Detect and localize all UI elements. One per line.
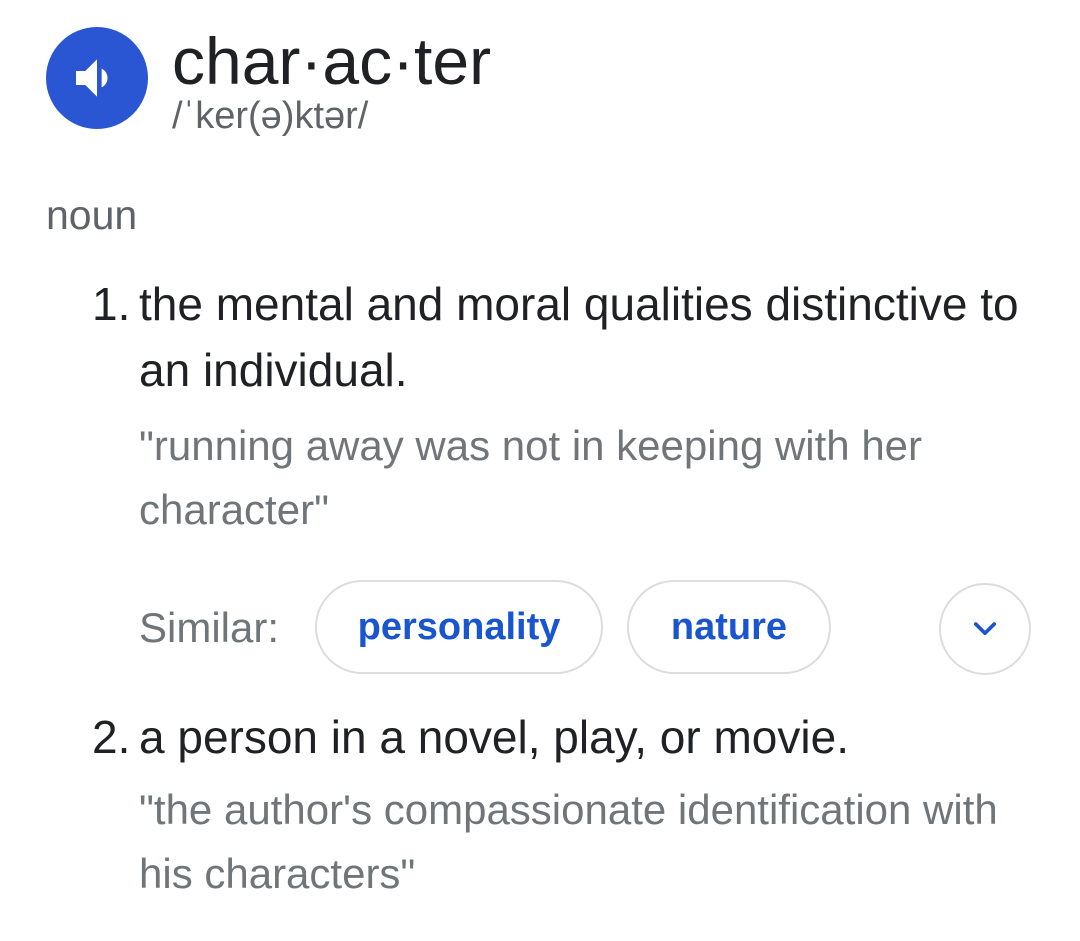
similar-chip-nature[interactable]: nature bbox=[627, 580, 831, 674]
chevron-down-icon bbox=[973, 622, 997, 636]
dictionary-card: char·ac·ter /ˈker(ə)ktər/ noun 1. the me… bbox=[0, 0, 1080, 941]
sense-example: "running away was not in keeping with he… bbox=[139, 422, 923, 533]
expand-similar-button[interactable] bbox=[939, 583, 1031, 675]
pronunciation-audio-button[interactable] bbox=[46, 27, 148, 129]
headword: char·ac·ter bbox=[172, 24, 492, 98]
speaker-icon bbox=[76, 59, 108, 97]
pronunciation-text: /ˈker(ə)ktər/ bbox=[172, 95, 369, 137]
sense-definition: a person in a novel, play, or movie. bbox=[139, 711, 849, 763]
similar-label: Similar: bbox=[139, 604, 280, 651]
part-of-speech: noun bbox=[46, 192, 138, 238]
similar-words-row: Similar: personality nature bbox=[139, 580, 1039, 678]
sense-number: 1. bbox=[92, 278, 131, 330]
sense-definition: the mental and moral qualities distincti… bbox=[139, 278, 1019, 396]
sense-number: 2. bbox=[92, 711, 131, 763]
sense-example: "the author's compassionate identificati… bbox=[139, 786, 998, 897]
similar-chip-personality[interactable]: personality bbox=[315, 580, 603, 674]
